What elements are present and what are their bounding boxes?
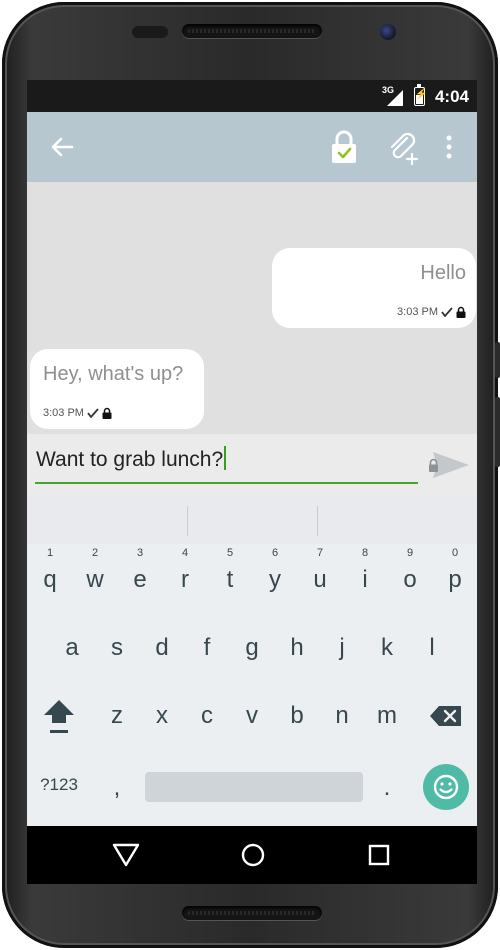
proximity-sensor: [132, 26, 168, 38]
key-z[interactable]: z: [95, 688, 139, 744]
key-e[interactable]: 3e: [118, 547, 162, 608]
key-h[interactable]: h: [275, 620, 319, 676]
key-b[interactable]: b: [275, 688, 319, 744]
status-time: 4:04: [434, 87, 469, 106]
comma-key[interactable]: ,: [95, 760, 139, 816]
key-a[interactable]: a: [50, 620, 94, 676]
suggestion-divider: [317, 506, 318, 536]
key-l[interactable]: l: [410, 620, 454, 676]
key-r[interactable]: 4r: [163, 547, 207, 608]
navigation-bar: [27, 826, 477, 884]
back-arrow-icon[interactable]: [47, 132, 77, 162]
spacebar[interactable]: [145, 772, 363, 802]
message-meta: 3:03 PM: [397, 306, 466, 318]
key-m[interactable]: m: [365, 688, 409, 744]
lock-icon: [456, 306, 466, 318]
suggestion-divider: [187, 506, 188, 536]
key-i[interactable]: 8i: [343, 547, 387, 608]
status-bar: 3G ⚡ 4:04: [27, 80, 477, 112]
text-caret: [224, 446, 227, 470]
symbols-key[interactable]: ?123: [33, 757, 85, 813]
message-input-value: Want to grab lunch?: [36, 448, 224, 471]
message-time: 3:03 PM: [43, 407, 84, 419]
home-circle-icon[interactable]: [240, 842, 266, 868]
key-y[interactable]: 6y: [253, 547, 297, 608]
volume-button: [495, 397, 500, 467]
phone-frame: 3G ⚡ 4:04 Hello 3:03 PM Hey, what's up? …: [2, 2, 500, 948]
message-meta: 3:03 PM: [43, 407, 112, 419]
key-c[interactable]: c: [185, 688, 229, 744]
keyboard: 1q 2w 3e 4r 5t 6y 7u 8i 9o 0p a s d f g …: [27, 544, 477, 826]
front-camera: [380, 24, 396, 40]
shift-icon[interactable]: [36, 688, 82, 744]
key-q[interactable]: 1q: [28, 547, 72, 608]
more-vert-icon[interactable]: [439, 132, 459, 162]
attach-add-icon[interactable]: [385, 130, 421, 166]
message-input[interactable]: Want to grab lunch?: [36, 446, 227, 472]
key-p[interactable]: 0p: [433, 547, 477, 608]
key-f[interactable]: f: [185, 620, 229, 676]
key-d[interactable]: d: [140, 620, 184, 676]
key-x[interactable]: x: [140, 688, 184, 744]
key-t[interactable]: 5t: [208, 547, 252, 608]
message-composer: Want to grab lunch?: [27, 434, 477, 496]
battery-icon: ⚡: [414, 84, 427, 106]
key-g[interactable]: g: [230, 620, 274, 676]
key-o[interactable]: 9o: [388, 547, 432, 608]
lock-verified-icon[interactable]: [329, 129, 359, 165]
key-u[interactable]: 7u: [298, 547, 342, 608]
signal-icon: [387, 90, 403, 106]
message-time: 3:03 PM: [397, 306, 438, 318]
input-underline: [35, 482, 418, 484]
key-n[interactable]: n: [320, 688, 364, 744]
key-j[interactable]: j: [320, 620, 364, 676]
lock-icon: [102, 407, 112, 419]
top-speaker: [182, 24, 322, 38]
key-k[interactable]: k: [365, 620, 409, 676]
backspace-icon[interactable]: [423, 688, 469, 744]
back-triangle-icon[interactable]: [111, 842, 141, 868]
send-locked-icon[interactable]: [427, 448, 471, 482]
check-icon: [87, 408, 99, 418]
key-s[interactable]: s: [95, 620, 139, 676]
check-icon: [441, 307, 453, 317]
app-bar: [27, 112, 477, 182]
power-button: [495, 342, 500, 378]
message-bubble-outgoing[interactable]: Hello 3:03 PM: [272, 248, 476, 328]
screen: 3G ⚡ 4:04 Hello 3:03 PM Hey, what's up? …: [27, 80, 477, 884]
recents-square-icon[interactable]: [367, 843, 391, 867]
message-bubble-incoming[interactable]: Hey, what's up? 3:03 PM: [30, 349, 204, 429]
message-text: Hello: [420, 262, 466, 284]
key-w[interactable]: 2w: [73, 547, 117, 608]
key-v[interactable]: v: [230, 688, 274, 744]
chat-area: Hello 3:03 PM Hey, what's up? 3:03 PM: [27, 182, 477, 434]
suggestion-strip: [27, 496, 477, 544]
bottom-speaker: [182, 906, 322, 920]
period-key[interactable]: .: [365, 760, 409, 816]
message-text: Hey, what's up?: [43, 363, 184, 385]
emoji-icon[interactable]: [423, 764, 469, 810]
